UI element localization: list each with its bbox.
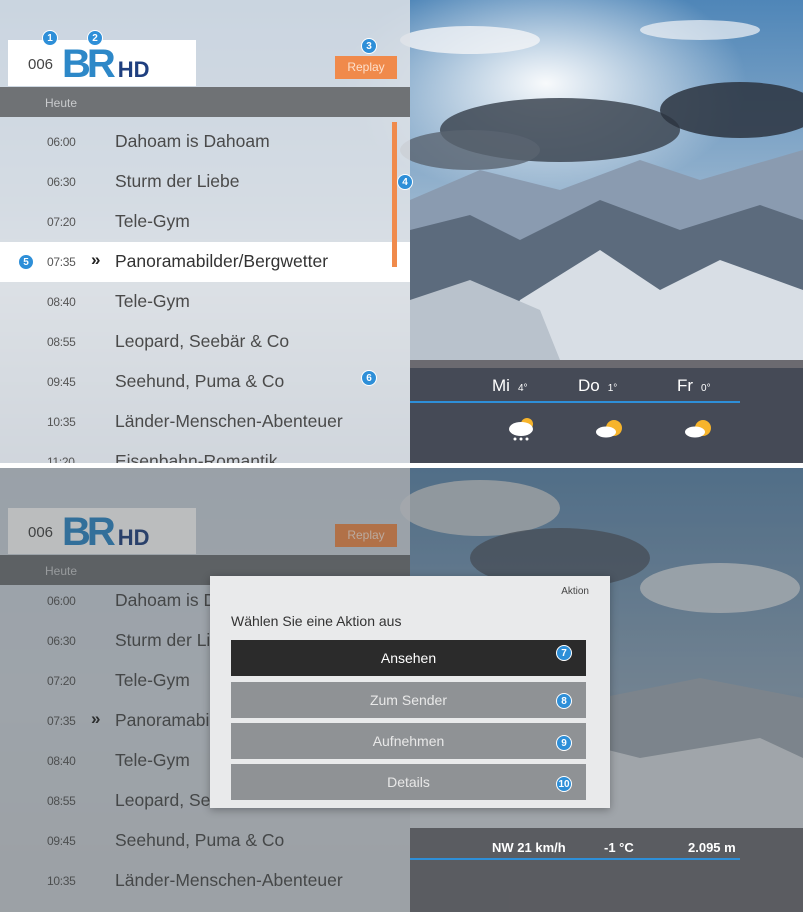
program-time: 11:20 [47, 455, 75, 463]
weather-day: Fr 0° [677, 376, 711, 396]
altitude-readout: 2.095 m [688, 840, 736, 855]
program-time: 09:45 [47, 375, 76, 389]
partly-sunny-icon [685, 420, 711, 438]
callout-badge: 7 [556, 645, 572, 661]
program-title: Seehund, Puma & Co [115, 371, 285, 391]
weather-divider [410, 401, 740, 403]
program-title: Eisenbahn-Romantik [115, 451, 278, 463]
program-title: Dahoam is Dahoam [115, 131, 270, 151]
temperature-readout: -1 °C [604, 840, 634, 855]
program-time: 06:00 [47, 135, 76, 149]
weather-day: Mi 4° [492, 376, 528, 396]
callout-badge: 3 [361, 38, 377, 54]
program-title: Tele-Gym [115, 211, 190, 231]
program-time: 10:35 [47, 415, 76, 429]
br-logo-text: BR [62, 42, 116, 86]
weather-temp: 1° [607, 383, 618, 394]
status-divider [410, 858, 740, 860]
program-row[interactable]: 08:55 Leopard, Seebär & Co [0, 322, 410, 362]
program-row[interactable]: 09:45 Seehund, Puma & Co [0, 362, 410, 402]
callout-badge: 1 [42, 30, 58, 46]
action-dialog: Aktion Wählen Sie eine Aktion aus Ansehe… [210, 576, 610, 808]
weather-day: Do 1° [578, 376, 617, 396]
program-title: Länder-Menschen-Abenteuer [115, 411, 343, 431]
program-title: Leopard, Seebär & Co [115, 331, 290, 351]
weather-day-name: Mi [492, 376, 510, 395]
program-row[interactable]: 06:00 Dahoam is Dahoam [0, 122, 410, 162]
go-to-channel-button[interactable]: Zum Sender [231, 682, 586, 718]
program-row[interactable]: 11:20 Eisenbahn-Romantik [0, 442, 410, 463]
program-time: 07:35 [47, 255, 76, 269]
day-bar: Heute [0, 87, 410, 117]
program-row[interactable]: 08:40 Tele-Gym [0, 282, 410, 322]
callout-badge: 2 [87, 30, 103, 46]
partly-sunny-icon [596, 420, 622, 438]
channel-logo: BR HD [62, 44, 150, 84]
cloud-snow-icon [509, 418, 533, 441]
weather-temp: 4° [517, 383, 528, 394]
callout-badge: 5 [18, 254, 34, 270]
button-label: Ansehen [380, 650, 437, 666]
selected-marker-icon: » [91, 250, 101, 269]
callout-badge: 4 [397, 174, 413, 190]
hd-logo-text: HD [117, 57, 150, 82]
replay-button[interactable]: Replay [335, 56, 397, 79]
program-row-selected[interactable]: 07:35 » Panoramabilder/Bergwetter [0, 242, 410, 282]
channel-number: 006 [28, 56, 54, 73]
callout-badge: 9 [556, 735, 572, 751]
program-title: Tele-Gym [115, 291, 190, 311]
wind-readout: NW 21 km/h [492, 840, 566, 855]
epg-scrollbar[interactable] [392, 122, 397, 267]
weather-temp: 0° [701, 383, 711, 394]
program-title: Panoramabilder/Bergwetter [115, 251, 329, 271]
watch-button[interactable]: Ansehen [231, 640, 586, 676]
button-label: Details [387, 774, 430, 790]
program-row[interactable]: 10:35 Länder-Menschen-Abenteuer [0, 402, 410, 442]
program-time: 08:40 [47, 295, 76, 309]
callout-badge: 10 [556, 776, 572, 792]
weather-day-name: Do [578, 376, 600, 395]
program-row[interactable]: 07:20 Tele-Gym [0, 202, 410, 242]
dialog-title: Aktion [561, 586, 589, 597]
button-label: Aufnehmen [372, 733, 445, 749]
weather-day-name: Fr [677, 376, 694, 395]
program-time: 07:20 [47, 215, 76, 229]
record-button[interactable]: Aufnehmen [231, 723, 586, 759]
program-title: Sturm der Liebe [115, 171, 240, 191]
callout-badge: 6 [361, 370, 377, 386]
program-time: 06:30 [47, 175, 76, 189]
details-button[interactable]: Details [231, 764, 586, 800]
button-label: Zum Sender [369, 692, 448, 708]
day-label: Heute [45, 96, 78, 110]
program-time: 08:55 [47, 335, 76, 349]
callout-badge: 8 [556, 693, 572, 709]
epg-screen: 006 BR HD Replay Heute 06:00 Dahoam is D… [0, 0, 803, 463]
epg-panel: 006 BR HD Replay Heute 06:00 Dahoam is D… [0, 0, 410, 463]
program-row[interactable]: 06:30 Sturm der Liebe [0, 162, 410, 202]
dialog-prompt: Wählen Sie eine Aktion aus [231, 613, 402, 629]
